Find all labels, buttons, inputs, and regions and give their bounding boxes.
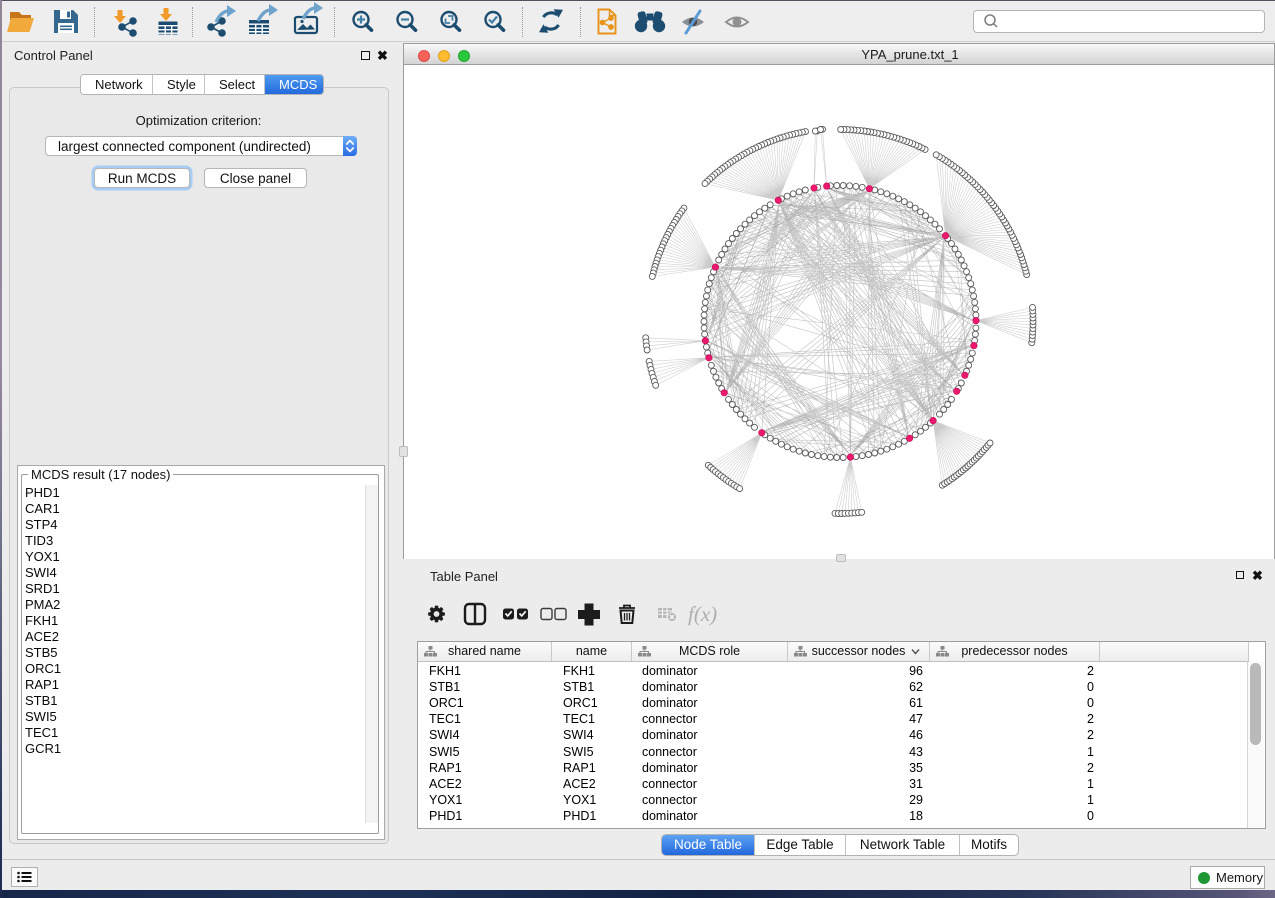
svg-text:f(x): f(x) — [688, 602, 717, 626]
